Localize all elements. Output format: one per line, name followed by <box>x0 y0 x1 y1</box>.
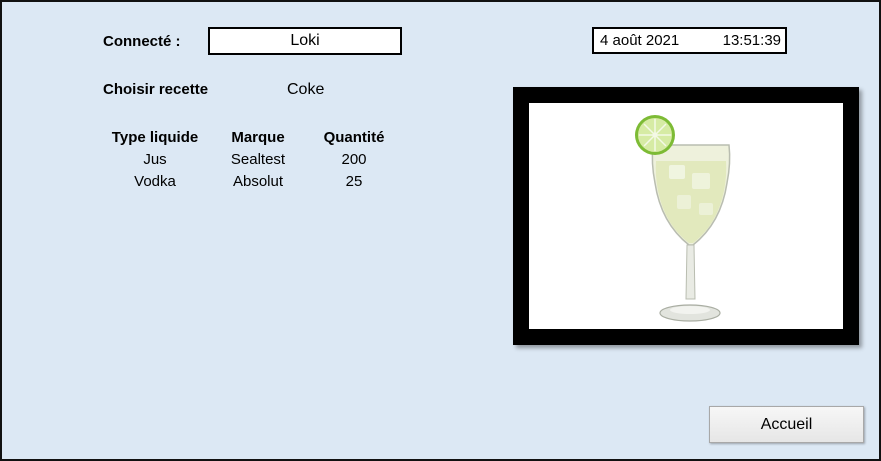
recipe-image <box>529 103 843 329</box>
connected-label: Connecté : <box>103 33 181 50</box>
header-quantity: Quantité <box>323 129 385 146</box>
table-cell: Sealtest <box>230 151 286 168</box>
recipe-label: Choisir recette <box>103 81 209 98</box>
connected-user-field[interactable]: Loki <box>208 27 402 55</box>
table-cell: Absolut <box>232 173 284 190</box>
datetime-display: 4 août 2021 13:51:39 <box>592 27 787 54</box>
app-window: Connecté : Loki 4 août 2021 13:51:39 Cho… <box>0 0 881 461</box>
recipe-select[interactable]: Coke <box>287 81 324 99</box>
table-cell: Jus <box>143 151 167 168</box>
header-brand: Marque <box>231 129 285 146</box>
column-type: Type liquide Jus Vodka <box>108 129 202 190</box>
home-button[interactable]: Accueil <box>709 406 864 443</box>
table-cell: 200 <box>341 151 367 168</box>
time-value: 13:51:39 <box>722 32 781 49</box>
header-type: Type liquide <box>111 129 199 146</box>
table-cell: 25 <box>345 173 363 190</box>
column-quantity: Quantité 200 25 <box>318 129 390 190</box>
table-cell: Vodka <box>134 173 176 190</box>
recipe-image-frame <box>513 87 859 345</box>
column-brand: Marque Sealtest Absolut <box>224 129 292 190</box>
cocktail-glass-with-lime-icon <box>635 115 731 322</box>
date-value: 4 août 2021 <box>600 32 680 49</box>
